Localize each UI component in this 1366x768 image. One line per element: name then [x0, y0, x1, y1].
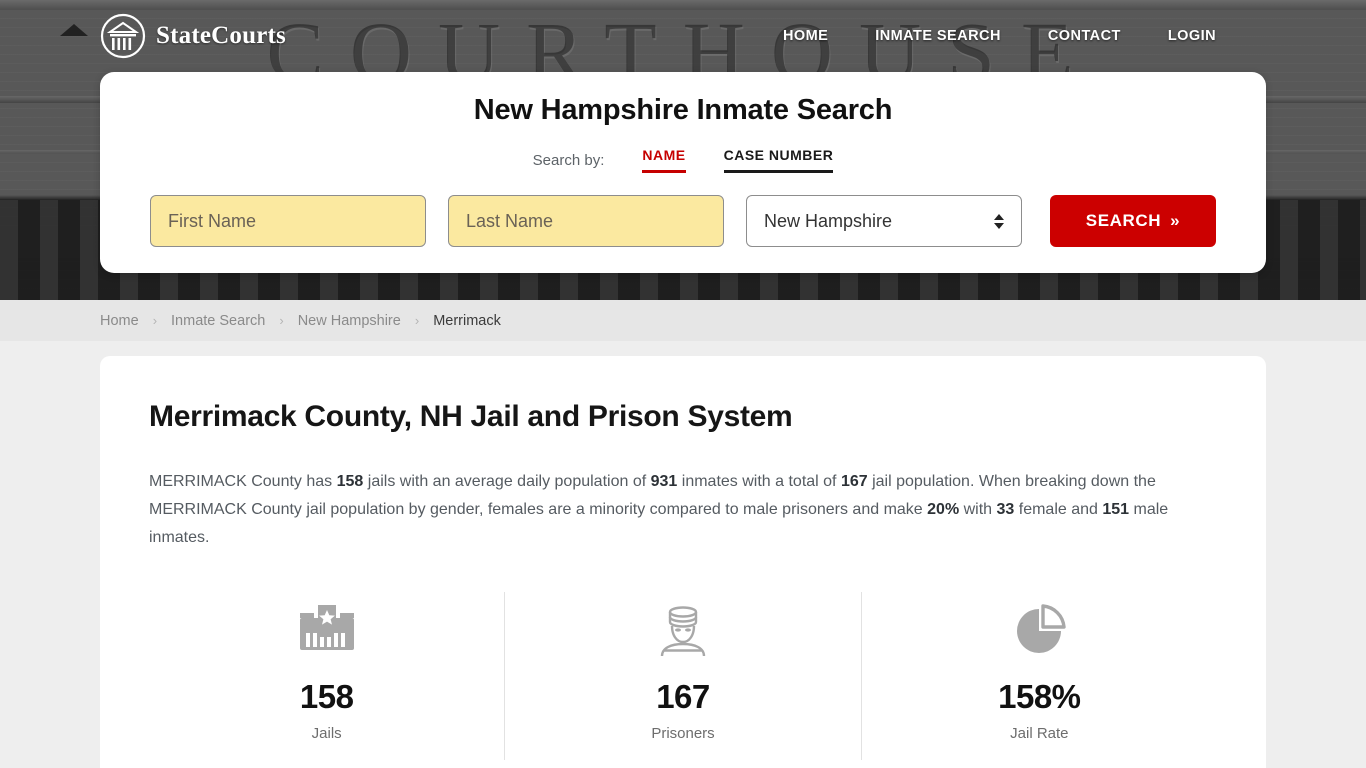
tab-name[interactable]: NAME [642, 147, 686, 173]
intro-text-5: with [959, 501, 997, 518]
stat-jail-rate-value: 158% [998, 678, 1081, 715]
stat-prisoners-value: 167 [656, 678, 710, 715]
breadcrumb-item-home[interactable]: Home [100, 313, 139, 329]
stat-jails-value: 158 [299, 678, 354, 715]
nav-item-login[interactable]: LOGIN [1168, 28, 1216, 44]
intro-text-2: jails with an average daily population o… [363, 473, 651, 490]
county-intro-paragraph: MERRIMACK County has 158 jails with an a… [149, 468, 1179, 552]
breadcrumb-separator-icon: › [414, 313, 420, 328]
stat-jail-rate-label: Jail Rate [1010, 725, 1069, 742]
search-by-row: Search by: NAME CASE NUMBER [150, 147, 1216, 173]
pie-chart-icon [862, 600, 1217, 662]
intro-stat-adp: 931 [650, 473, 678, 490]
breadcrumb-item-merrimack: Merrimack [433, 312, 501, 329]
main-nav: HOME INMATE SEARCH CONTACT LOGIN [783, 28, 1216, 44]
first-name-input[interactable] [150, 195, 426, 247]
courthouse-circle-logo-icon [100, 13, 146, 59]
stat-prisoners: 167 Prisoners [504, 592, 860, 760]
state-select[interactable]: New Hampshire [746, 195, 1022, 247]
breadcrumb-separator-icon: › [279, 313, 284, 328]
stat-prisoners-label: Prisoners [651, 725, 715, 742]
inmate-search-card: New Hampshire Inmate Search Search by: N… [100, 72, 1266, 273]
intro-stat-jails: 158 [336, 473, 364, 490]
breadcrumb-item-new-hampshire[interactable]: New Hampshire [298, 313, 401, 329]
tab-case-number[interactable]: CASE NUMBER [723, 147, 834, 173]
brand-name: StateCourts [156, 22, 286, 49]
state-select-value: New Hampshire [764, 210, 893, 231]
brand-logo-group[interactable]: StateCourts [100, 13, 286, 59]
prisoner-icon [505, 600, 860, 662]
breadcrumb-item-inmate-search[interactable]: Inmate Search [171, 313, 265, 329]
top-navigation-bar: StateCourts HOME INMATE SEARCH CONTACT L… [0, 0, 1366, 72]
search-form-row: New Hampshire SEARCH » [150, 195, 1216, 247]
intro-text-6: female and [1014, 501, 1103, 518]
stat-jails: 158 Jails [149, 592, 504, 760]
stats-row: 158 Jails 167 Prisoners 158% Jail Rate [149, 592, 1217, 760]
double-chevron-right-icon: » [1170, 211, 1181, 230]
select-spinner-icon [994, 213, 1004, 229]
jail-building-icon [149, 600, 504, 662]
intro-stat-total: 167 [840, 473, 868, 490]
content-wrapper: Merrimack County, NH Jail and Prison Sys… [0, 341, 1366, 768]
breadcrumb-bar: Home › Inmate Search › New Hampshire › M… [0, 300, 1366, 341]
stat-jail-rate: 158% Jail Rate [860, 592, 1217, 760]
breadcrumb-separator-icon: › [152, 313, 158, 328]
last-name-input[interactable] [448, 195, 724, 247]
hero-header: COURTHOUSE StateCourts HOME INMATE SEARC… [0, 0, 1366, 300]
search-card-title: New Hampshire Inmate Search [473, 94, 893, 126]
intro-stat-female-count: 33 [996, 501, 1015, 518]
search-by-label: Search by: [532, 151, 605, 169]
search-button-label: SEARCH [1085, 211, 1162, 230]
nav-item-home[interactable]: HOME [783, 28, 828, 44]
intro-text-3: inmates with a total of [677, 473, 841, 490]
intro-stat-male-count: 151 [1102, 501, 1130, 518]
intro-stat-female-pct: 20% [927, 501, 960, 518]
intro-text-1: MERRIMACK County has [149, 473, 337, 490]
search-button[interactable]: SEARCH » [1050, 195, 1216, 247]
page-title: Merrimack County, NH Jail and Prison Sys… [149, 400, 793, 433]
nav-item-inmate-search[interactable]: INMATE SEARCH [875, 28, 1001, 44]
stat-jails-label: Jails [311, 725, 342, 742]
county-content-card: Merrimack County, NH Jail and Prison Sys… [100, 356, 1266, 768]
breadcrumb: Home › Inmate Search › New Hampshire › M… [100, 313, 501, 329]
nav-item-contact[interactable]: CONTACT [1048, 28, 1121, 44]
